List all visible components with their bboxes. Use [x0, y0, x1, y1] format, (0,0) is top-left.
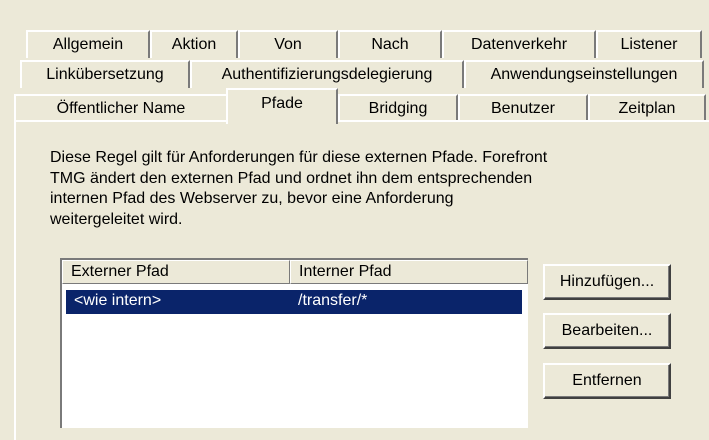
paths-list[interactable]: Externer Pfad Interner Pfad <wie intern>…: [60, 258, 528, 428]
tab-pfade[interactable]: Pfade: [226, 88, 338, 124]
tab-zeitplan[interactable]: Zeitplan: [588, 94, 706, 122]
remove-button[interactable]: Entfernen: [543, 363, 671, 399]
tab-von[interactable]: Von: [238, 30, 338, 58]
tab-nach[interactable]: Nach: [338, 30, 442, 58]
tab-bridging[interactable]: Bridging: [338, 94, 458, 122]
tab-linkuebersetzung[interactable]: Linkübersetzung: [20, 60, 190, 88]
description-line: internen Pfad des Webserver zu, bevor ei…: [50, 190, 454, 207]
tab-allgemein[interactable]: Allgemein: [26, 30, 150, 58]
description-text: Diese Regel gilt für Anforderungen für d…: [50, 148, 690, 230]
rule-properties-dialog: Allgemein Aktion Von Nach Datenverkehr L…: [0, 0, 709, 440]
description-line: Diese Regel gilt für Anforderungen für d…: [50, 149, 548, 166]
add-button[interactable]: Hinzufügen...: [543, 264, 671, 300]
description-line: weitergeleitet wird.: [50, 210, 183, 228]
tab-authentifizierungsdelegierung[interactable]: Authentifizierungsdelegierung: [190, 60, 464, 88]
description-line: TMG ändert den externen Pfad und ordnet …: [50, 169, 533, 187]
tab-benutzer[interactable]: Benutzer: [458, 94, 588, 122]
column-header-externer-pfad[interactable]: Externer Pfad: [62, 260, 290, 284]
tab-aktion[interactable]: Aktion: [150, 30, 238, 58]
tab-listener[interactable]: Listener: [596, 30, 702, 58]
tab-anwendungseinstellungen[interactable]: Anwendungseinstellungen: [464, 60, 704, 88]
tab-datenverkehr[interactable]: Datenverkehr: [442, 30, 596, 58]
cell-externer-pfad: <wie intern>: [74, 292, 162, 309]
cell-interner-pfad: /transfer/*: [298, 292, 368, 309]
table-row[interactable]: <wie intern> /transfer/*: [66, 290, 522, 314]
edit-button[interactable]: Bearbeiten...: [543, 313, 671, 349]
tab-oeffentlicher-name[interactable]: Öffentlicher Name: [14, 94, 228, 122]
paths-list-header: Externer Pfad Interner Pfad: [62, 260, 528, 284]
column-header-interner-pfad[interactable]: Interner Pfad: [290, 260, 528, 284]
